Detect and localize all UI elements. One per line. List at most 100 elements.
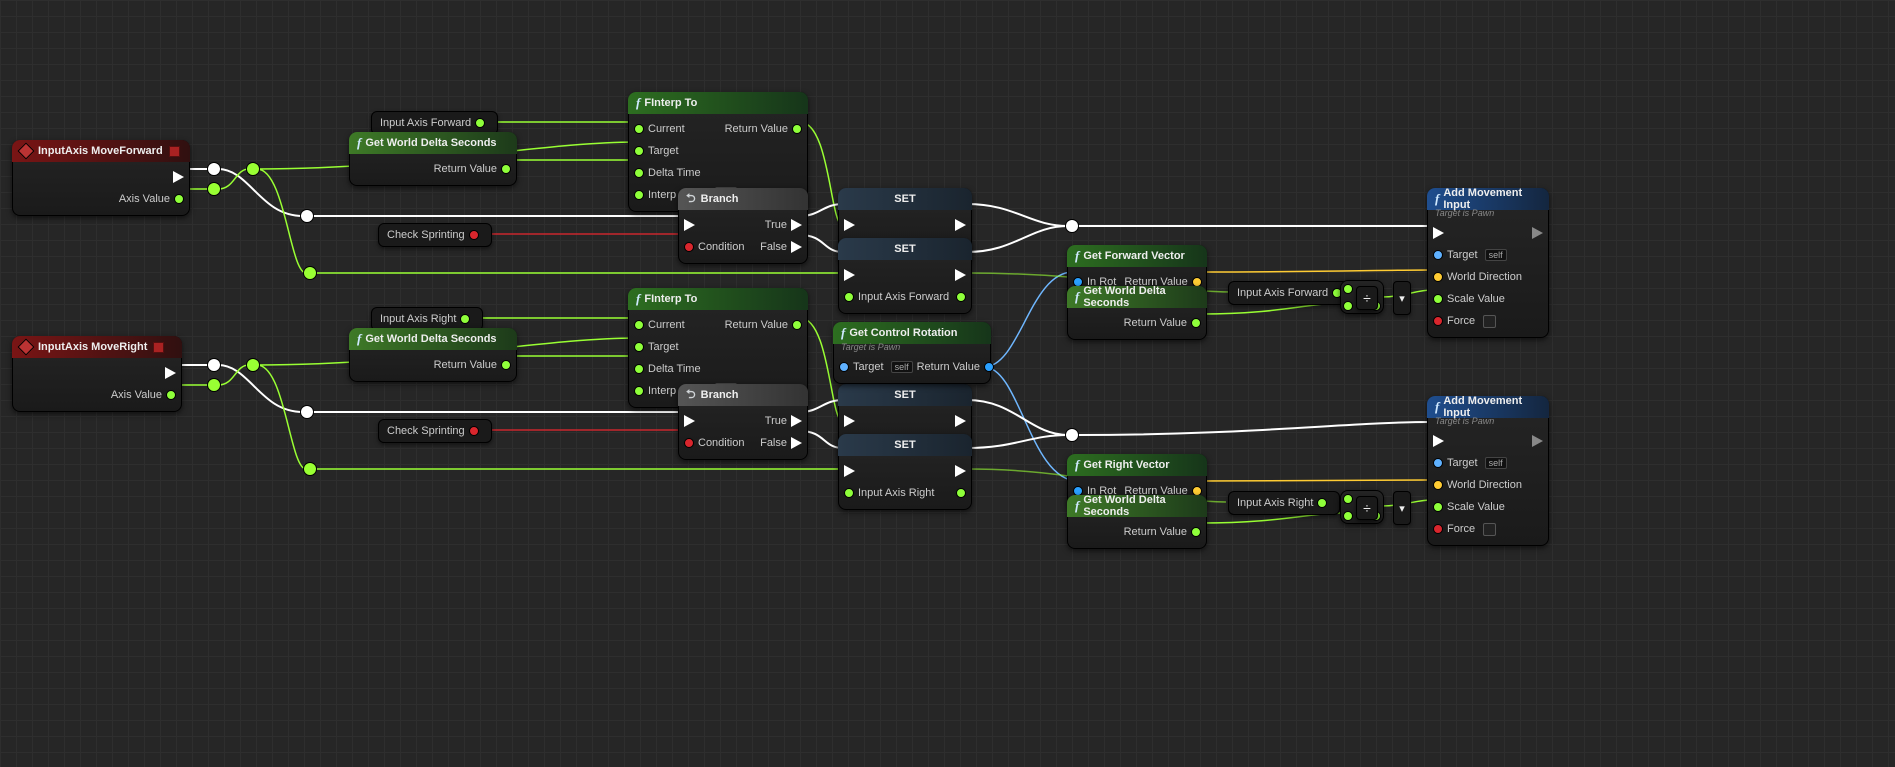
exec-in-pin[interactable] — [844, 219, 855, 231]
float-out-pin[interactable] — [792, 320, 802, 330]
exec-out-pin[interactable] — [165, 367, 176, 379]
reroute-exec[interactable] — [1066, 220, 1078, 232]
float-in-pin[interactable] — [634, 168, 644, 178]
float-in-pin[interactable] — [1433, 294, 1443, 304]
fn-add-movement-input[interactable]: fAdd Movement Input Target is Pawn Targe… — [1427, 396, 1549, 546]
float-out-pin[interactable] — [460, 314, 470, 324]
reroute-float[interactable] — [247, 359, 259, 371]
node-branch[interactable]: ⮌Branch True Condition False — [678, 384, 808, 460]
float-in-pin[interactable] — [1343, 301, 1353, 311]
fn-get-world-delta-seconds[interactable]: fGet World Delta Seconds Return Value — [1067, 286, 1207, 340]
float-in-pin[interactable] — [634, 364, 644, 374]
float-out-pin[interactable] — [956, 292, 966, 302]
float-in-pin[interactable] — [844, 488, 854, 498]
exec-out-pin[interactable] — [791, 415, 802, 427]
float-in-pin[interactable] — [634, 124, 644, 134]
fn-get-world-delta-seconds[interactable]: f Get World Delta Seconds Return Value — [349, 132, 517, 186]
force-checkbox[interactable] — [1483, 315, 1496, 328]
exec-out-pin[interactable] — [791, 241, 802, 253]
exec-out-pin[interactable] — [955, 269, 966, 281]
fn-add-movement-input[interactable]: fAdd Movement Input Target is Pawn Targe… — [1427, 188, 1549, 338]
bool-in-pin[interactable] — [1433, 524, 1443, 534]
fn-get-world-delta-seconds[interactable]: f Get World Delta Seconds Return Value — [349, 328, 517, 382]
float-out-pin[interactable] — [1191, 318, 1201, 328]
float-out-pin[interactable] — [1317, 498, 1327, 508]
reroute-float[interactable] — [304, 463, 316, 475]
pin-label: Target — [1443, 249, 1482, 261]
bool-in-pin[interactable] — [1433, 316, 1443, 326]
var-get-input-axis-forward[interactable]: Input Axis Forward — [1228, 281, 1355, 305]
bool-in-pin[interactable] — [684, 242, 694, 252]
exec-out-pin[interactable] — [791, 219, 802, 231]
bool-out-pin[interactable] — [469, 426, 479, 436]
node-set-input-axis-forward[interactable]: SET Input Axis Forward — [838, 238, 972, 314]
var-get-check-sprinting[interactable]: Check Sprinting — [378, 419, 492, 443]
exec-out-pin[interactable] — [173, 171, 184, 183]
float-in-pin[interactable] — [1343, 511, 1353, 521]
reroute-exec[interactable] — [208, 163, 220, 175]
reroute-exec[interactable] — [208, 359, 220, 371]
float-in-pin[interactable] — [1343, 284, 1353, 294]
reroute-float[interactable] — [247, 163, 259, 175]
exec-out-pin[interactable] — [1532, 435, 1543, 447]
float-in-pin[interactable] — [634, 320, 644, 330]
function-icon: f — [636, 291, 640, 307]
bool-in-pin[interactable] — [684, 438, 694, 448]
float-in-pin[interactable] — [634, 342, 644, 352]
exec-out-pin[interactable] — [955, 465, 966, 477]
float-in-pin[interactable] — [1433, 502, 1443, 512]
float-out-pin[interactable] — [1191, 527, 1201, 537]
node-set-input-axis-right[interactable]: SET Input Axis Right — [838, 434, 972, 510]
float-in-pin[interactable] — [844, 292, 854, 302]
exec-out-pin[interactable] — [955, 219, 966, 231]
add-pin-button[interactable]: ▾ — [1393, 491, 1411, 525]
reroute-float[interactable] — [208, 379, 220, 391]
float-out-pin[interactable] — [475, 118, 485, 128]
exec-in-pin[interactable] — [684, 219, 695, 231]
float-in-pin[interactable] — [1343, 494, 1353, 504]
reroute-exec[interactable] — [1066, 429, 1078, 441]
exec-in-pin[interactable] — [844, 269, 855, 281]
float-out-pin[interactable] — [166, 390, 176, 400]
reroute-float[interactable] — [208, 183, 220, 195]
reroute-exec[interactable] — [301, 406, 313, 418]
float-out-pin[interactable] — [501, 360, 511, 370]
float-out-pin[interactable] — [792, 124, 802, 134]
object-in-pin[interactable] — [1433, 250, 1443, 260]
reroute-exec[interactable] — [301, 210, 313, 222]
float-out-pin[interactable] — [956, 488, 966, 498]
float-in-pin[interactable] — [634, 190, 644, 200]
event-inputaxis-moveforward[interactable]: InputAxis MoveForward Axis Value — [12, 140, 190, 216]
exec-in-pin[interactable] — [1433, 435, 1444, 447]
float-out-pin[interactable] — [501, 164, 511, 174]
fn-get-control-rotation[interactable]: fGet Control Rotation Target is Pawn Tar… — [833, 322, 991, 384]
float-in-pin[interactable] — [634, 386, 644, 396]
reroute-float[interactable] — [304, 267, 316, 279]
exec-in-pin[interactable] — [684, 415, 695, 427]
rotator-out-pin[interactable] — [984, 362, 994, 372]
node-title: InputAxis MoveForward — [38, 145, 163, 157]
pin-label: Force — [1443, 523, 1479, 535]
float-out-pin[interactable] — [174, 194, 184, 204]
object-in-pin[interactable] — [1433, 458, 1443, 468]
bool-out-pin[interactable] — [469, 230, 479, 240]
vector-in-pin[interactable] — [1433, 272, 1443, 282]
exec-out-pin[interactable] — [1532, 227, 1543, 239]
exec-in-pin[interactable] — [844, 415, 855, 427]
add-pin-button[interactable]: ▾ — [1393, 281, 1411, 315]
object-in-pin[interactable] — [839, 362, 849, 372]
exec-out-pin[interactable] — [955, 415, 966, 427]
fn-get-world-delta-seconds[interactable]: fGet World Delta Seconds Return Value — [1067, 495, 1207, 549]
force-checkbox[interactable] — [1483, 523, 1496, 536]
exec-in-pin[interactable] — [1433, 227, 1444, 239]
event-inputaxis-moveright[interactable]: InputAxis MoveRight Axis Value — [12, 336, 182, 412]
float-in-pin[interactable] — [634, 146, 644, 156]
exec-out-pin[interactable] — [791, 437, 802, 449]
node-branch[interactable]: ⮌Branch True Condition False — [678, 188, 808, 264]
var-get-check-sprinting[interactable]: Check Sprinting — [378, 223, 492, 247]
node-title: Get World Delta Seconds — [1083, 494, 1199, 518]
self-literal: self — [891, 361, 913, 373]
var-get-input-axis-right[interactable]: Input Axis Right — [1228, 491, 1340, 515]
exec-in-pin[interactable] — [844, 465, 855, 477]
vector-in-pin[interactable] — [1433, 480, 1443, 490]
